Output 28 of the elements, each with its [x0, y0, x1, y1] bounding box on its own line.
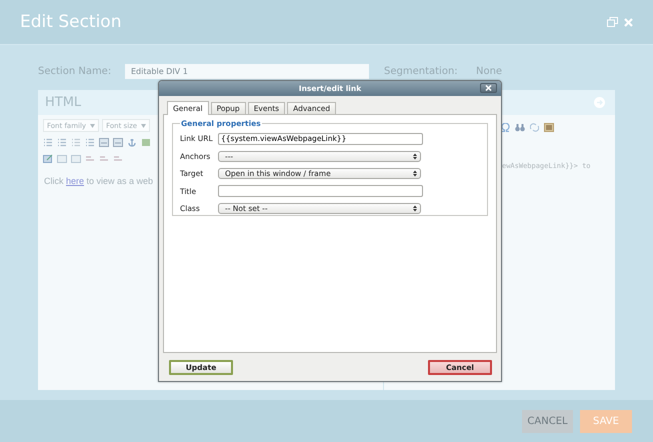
image-icon[interactable] — [141, 138, 151, 147]
updown-arrows-icon — [413, 205, 417, 212]
close-icon[interactable] — [624, 18, 633, 26]
updown-arrows-icon — [413, 152, 417, 160]
segmentation-label: Segmentation: — [384, 66, 459, 77]
link-icon[interactable] — [99, 138, 109, 147]
row-icon[interactable] — [99, 154, 109, 163]
row-icon[interactable] — [85, 154, 95, 163]
panel-title: HTML — [45, 95, 82, 110]
caret-icon[interactable] — [90, 124, 96, 128]
restore-icon[interactable] — [607, 17, 618, 27]
close-button[interactable] — [480, 83, 497, 93]
anchor-icon[interactable] — [127, 138, 137, 147]
close-icon — [485, 85, 492, 91]
edit-icon[interactable] — [43, 154, 53, 163]
caret-icon[interactable] — [141, 124, 146, 128]
updown-arrows-icon — [413, 170, 417, 178]
segmentation-value: None — [476, 66, 502, 77]
row-icon[interactable] — [113, 154, 123, 163]
binoculars-icon[interactable] — [515, 122, 525, 132]
text-field[interactable] — [218, 185, 423, 198]
window-title: Edit Section — [20, 12, 122, 32]
section-name-label: Section Name: — [38, 66, 112, 77]
omega-icon[interactable] — [501, 122, 510, 132]
list-icon[interactable] — [57, 138, 67, 147]
list-icon[interactable] — [43, 138, 53, 147]
link-icon[interactable] — [113, 138, 123, 147]
arrow-icon[interactable] — [594, 97, 605, 108]
